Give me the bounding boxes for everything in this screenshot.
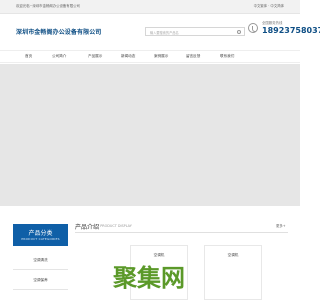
search-placeholder: 输入要搜索的产品名 <box>150 31 179 35</box>
banner-area <box>0 64 300 206</box>
hotline-number: 18923758037 <box>262 26 320 35</box>
welcome-text: 欢迎光临~深圳市金畅阁办公设备有限公司 <box>16 4 80 8</box>
section-divider <box>75 232 288 233</box>
nav-item-contact[interactable]: 联系我们 <box>220 54 234 59</box>
nav-item-home[interactable]: 首页 <box>25 54 32 59</box>
phone-icon <box>248 23 258 33</box>
search-input[interactable]: 输入要搜索的产品名 <box>145 27 245 36</box>
nav-item-cases[interactable]: 案例展示 <box>154 54 168 59</box>
sidebar-item-label: 空调清洗 <box>33 258 48 262</box>
sidebar-item-label: 空调保养 <box>33 278 48 282</box>
product-name: 空调机 <box>227 253 239 257</box>
nav-item-products[interactable]: 产品展示 <box>88 54 102 59</box>
sidebar-subtitle: PRODUCT CATEGORIES <box>21 237 60 241</box>
section-title: 产品介绍 <box>75 224 100 231</box>
company-logo[interactable]: 深圳市金畅阁办公设备有限公司 <box>16 27 101 36</box>
sidebar-title: 产品分类 <box>28 230 53 237</box>
sidebar-item-maintenance[interactable]: 空调保养 <box>13 272 68 290</box>
main-nav: 首页 公司简介 产品展示 新闻动态 案例展示 留言反馈 联系我们 <box>0 50 300 63</box>
nav-item-feedback[interactable]: 留言反馈 <box>186 54 200 59</box>
top-bar: 欢迎光临~深圳市金畅阁办公设备有限公司 中文繁体 · 中文简体 <box>0 0 300 14</box>
language-links[interactable]: 中文繁体 · 中文简体 <box>254 3 284 8</box>
hotline-label: 全国服务热线 <box>262 21 283 25</box>
section-subtitle: / PRODUCT DISPLAY <box>98 224 132 228</box>
more-link[interactable]: 更多+ <box>276 223 286 228</box>
product-card[interactable]: 空调机 <box>204 245 262 300</box>
nav-item-about[interactable]: 公司简介 <box>52 54 66 59</box>
watermark-logo: 聚集网 <box>113 264 185 292</box>
sidebar-item-cleaning[interactable]: 空调清洗 <box>13 252 68 270</box>
search-icon[interactable] <box>237 29 241 34</box>
sidebar-header: 产品分类 PRODUCT CATEGORIES <box>13 224 68 246</box>
nav-item-news[interactable]: 新闻动态 <box>121 54 135 59</box>
